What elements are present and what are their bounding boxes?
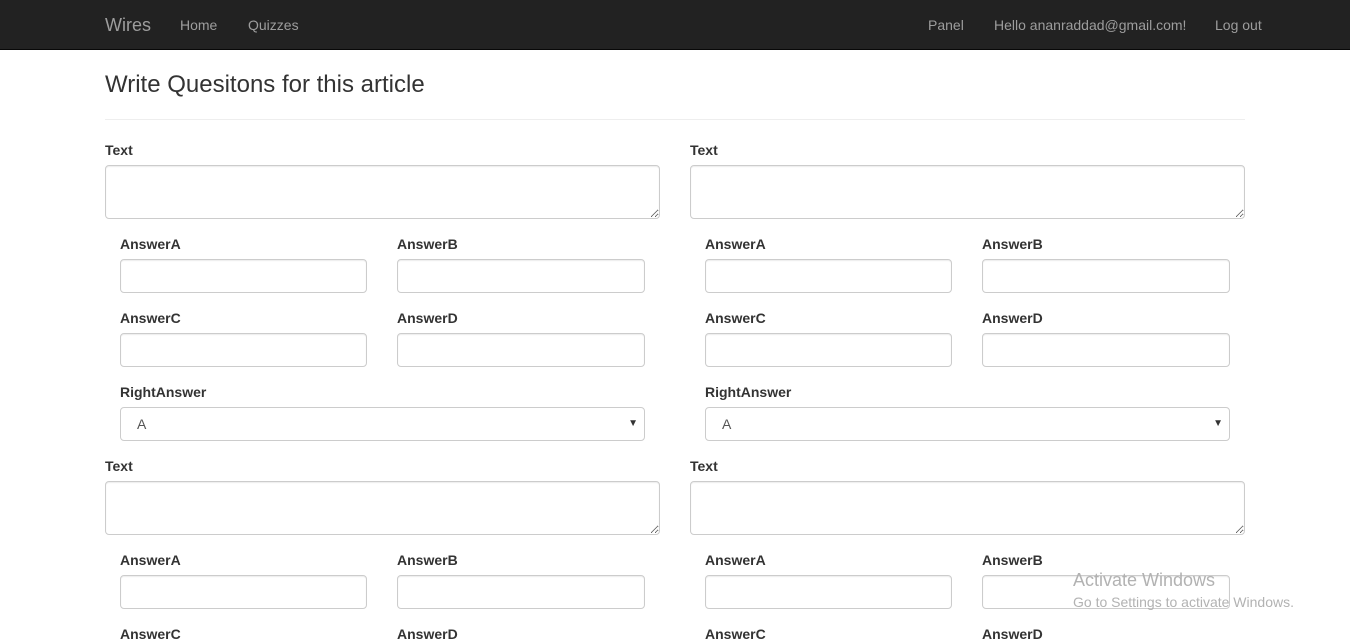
brand-link[interactable]: Wires (105, 0, 151, 50)
right-answer-label: RightAnswer (705, 384, 792, 400)
answer-a-input[interactable] (705, 575, 952, 609)
text-label: Text (105, 142, 133, 158)
text-label: Text (690, 458, 718, 474)
answer-a-input[interactable] (705, 259, 952, 293)
answer-a-label: AnswerA (705, 552, 766, 568)
answer-b-label: AnswerB (982, 552, 1043, 568)
page-title: Write Quesitons for this article (105, 71, 425, 98)
question-text-textarea[interactable] (105, 165, 660, 219)
answer-c-label: AnswerC (705, 626, 766, 642)
text-label: Text (105, 458, 133, 474)
answer-b-label: AnswerB (397, 552, 458, 568)
right-answer-selected-value: A (137, 416, 147, 432)
answer-a-label: AnswerA (705, 236, 766, 252)
answer-d-input[interactable] (982, 333, 1230, 367)
right-answer-label: RightAnswer (120, 384, 207, 400)
answer-b-input[interactable] (982, 259, 1230, 293)
right-answer-selected-value: A (722, 416, 732, 432)
answer-d-label: AnswerD (982, 626, 1043, 642)
question-text-textarea[interactable] (690, 165, 1245, 219)
nav-home-link[interactable]: Home (180, 0, 217, 50)
text-label: Text (690, 142, 718, 158)
answer-b-label: AnswerB (397, 236, 458, 252)
answer-d-label: AnswerD (397, 626, 458, 642)
nav-quizzes-link[interactable]: Quizzes (248, 0, 299, 50)
caret-down-icon: ▼ (1213, 418, 1223, 429)
answer-b-input[interactable] (982, 575, 1230, 609)
title-divider (105, 119, 1245, 120)
answer-a-label: AnswerA (120, 552, 181, 568)
caret-down-icon: ▼ (628, 418, 638, 429)
answer-d-label: AnswerD (982, 310, 1043, 326)
answer-c-input[interactable] (705, 333, 952, 367)
answer-d-input[interactable] (397, 333, 645, 367)
answer-a-input[interactable] (120, 259, 367, 293)
answer-c-label: AnswerC (120, 626, 181, 642)
answer-c-label: AnswerC (705, 310, 766, 326)
right-answer-select[interactable]: A ▼ (120, 407, 645, 441)
nav-logout-link[interactable]: Log out (1215, 0, 1262, 50)
answer-b-input[interactable] (397, 259, 645, 293)
answer-a-label: AnswerA (120, 236, 181, 252)
answer-d-label: AnswerD (397, 310, 458, 326)
right-answer-select[interactable]: A ▼ (705, 407, 1230, 441)
answer-c-input[interactable] (120, 333, 367, 367)
question-text-textarea[interactable] (690, 481, 1245, 535)
answer-c-label: AnswerC (120, 310, 181, 326)
answer-b-label: AnswerB (982, 236, 1043, 252)
top-navbar: Wires Home Quizzes Panel Hello ananradda… (0, 0, 1350, 50)
question-text-textarea[interactable] (105, 481, 660, 535)
answer-a-input[interactable] (120, 575, 367, 609)
nav-user-greeting-link[interactable]: Hello ananraddad@gmail.com! (994, 0, 1186, 50)
answer-b-input[interactable] (397, 575, 645, 609)
nav-panel-link[interactable]: Panel (928, 0, 964, 50)
